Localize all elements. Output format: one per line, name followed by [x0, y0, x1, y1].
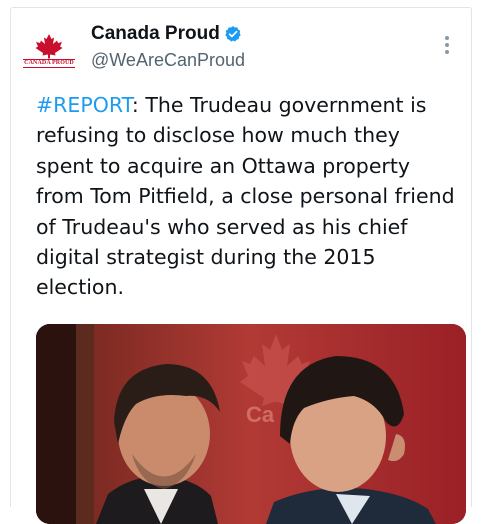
avatar[interactable]: CANADA PROUD — [23, 25, 75, 75]
hashtag-link[interactable]: #REPORT — [36, 93, 132, 117]
avatar-label: CANADA PROUD — [23, 58, 75, 68]
backdrop-text: Ca — [246, 402, 275, 427]
photo-two-men: Ca — [36, 324, 466, 524]
author-handle[interactable]: @WeAreCanProud — [91, 50, 245, 71]
display-name[interactable]: Canada Proud — [91, 23, 220, 45]
tweet-text: #REPORT: The Trudeau government is refus… — [36, 90, 456, 303]
maple-leaf-icon — [35, 33, 63, 58]
tweet-card[interactable]: CANADA PROUD Canada Proud @WeAreCanProud… — [10, 7, 472, 524]
verified-badge-icon — [225, 26, 241, 42]
tweet-body: : The Trudeau government is refusing to … — [36, 93, 455, 300]
author-name-row: Canada Proud — [91, 23, 242, 45]
tweet-media-image[interactable]: Ca — [36, 324, 466, 524]
more-options-icon[interactable] — [439, 33, 455, 57]
